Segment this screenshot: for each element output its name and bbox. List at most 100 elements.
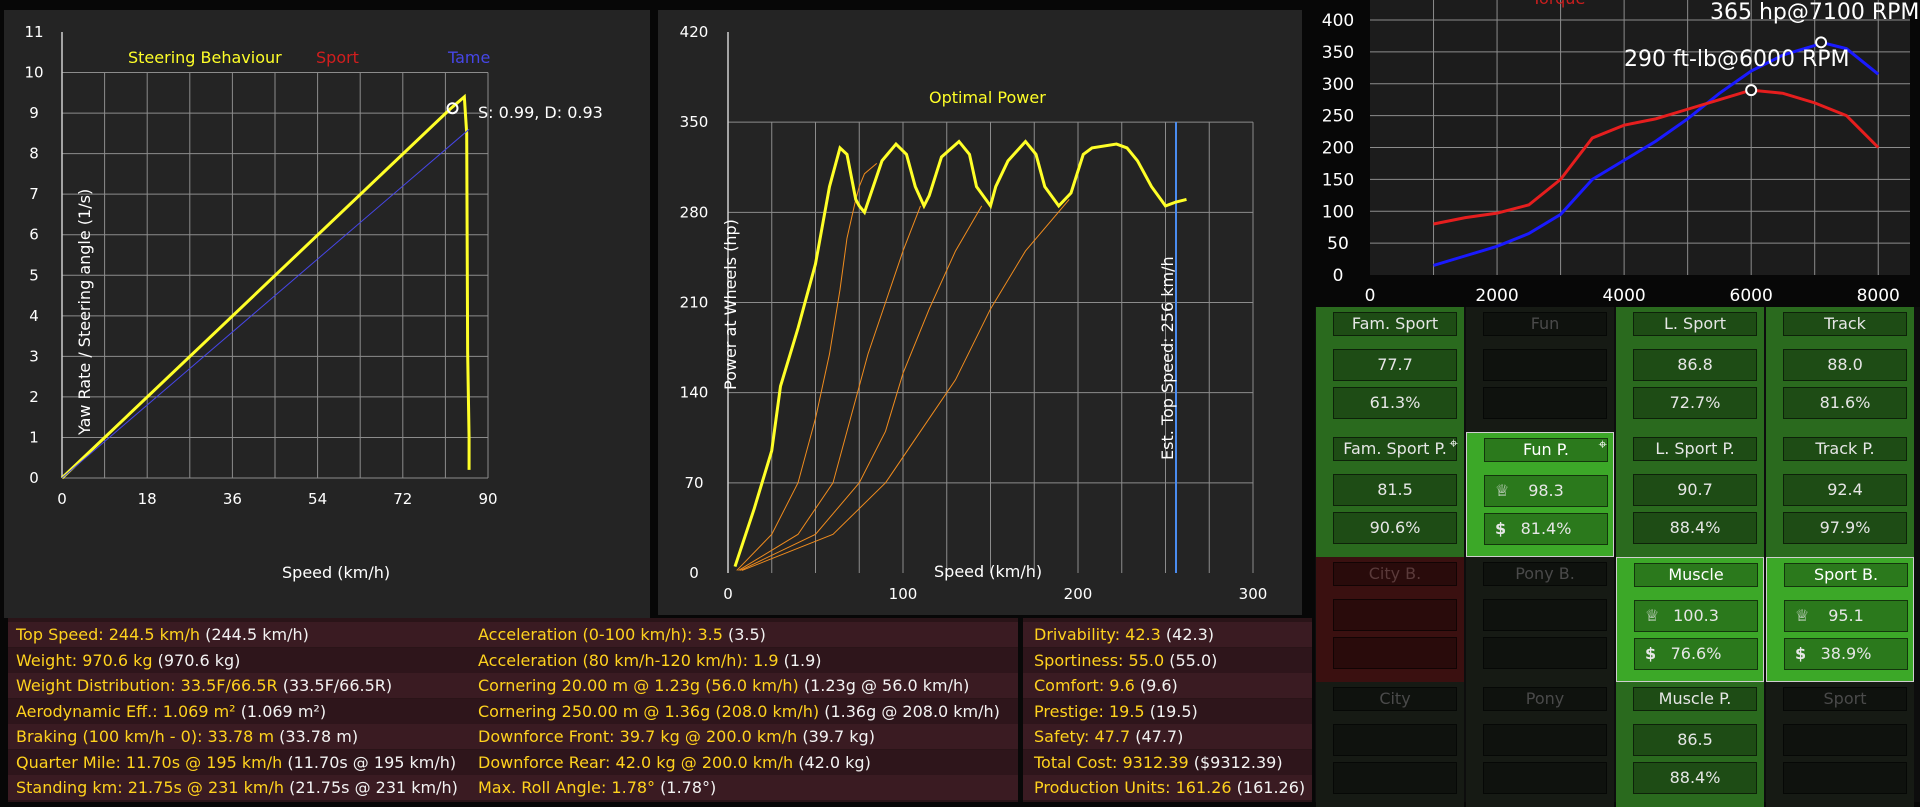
stat-compare-value: (1.23g @ 56.0 km/h) — [803, 676, 970, 695]
stat-label: Downforce Front: — [478, 727, 620, 746]
stats-divider — [1018, 618, 1023, 802]
engine-y-tick: 350 — [1322, 43, 1354, 63]
stat-compare-value: (244.5 km/h) — [205, 625, 309, 644]
stat-label: Weight Distribution: — [16, 676, 181, 695]
stat-compare-value: (11.70s @ 195 km/h) — [287, 752, 457, 772]
power-y-tick: 0 — [689, 564, 699, 582]
torque-peak-marker — [1745, 84, 1758, 97]
steering-y-tick: 3 — [29, 347, 39, 365]
steering-y-tick: 1 — [29, 428, 39, 446]
stats-row: Aerodynamic Eff.: 1.069 m² (1.069 m²) Cor… — [8, 698, 1312, 724]
rating-cell[interactable]: L. Sport P. 90.7 88.4% — [1616, 432, 1764, 557]
power-x-tick: 200 — [1064, 585, 1093, 603]
steering-y-tick: 10 — [24, 64, 43, 82]
stat-item: Weight Distribution: 33.5F/66.5R (33.5F/… — [16, 673, 392, 698]
power-chart: 0 100 200 300 0 70 140 210 280 350 420 Optimal Pow… — [680, 23, 1268, 603]
rating-cell[interactable]: Fam. Sport 77.7 61.3% — [1316, 307, 1464, 432]
power-y-axis-label: Power at Wheels (hp) — [721, 219, 740, 390]
stat-compare-value: (9.6) — [1139, 676, 1178, 695]
rating-cell[interactable]: Track P. 92.4 97.9% — [1766, 432, 1914, 557]
stat-label: Acceleration (80 km/h-120 km/h): — [478, 650, 754, 670]
pin-icon[interactable]: ⌖ — [1599, 435, 1607, 453]
rating-percent: 81.6% — [1783, 387, 1907, 419]
power-x-tick: 300 — [1239, 585, 1268, 603]
rating-cell[interactable]: Pony B. — [1466, 557, 1614, 682]
rating-value: 76.6% — [1670, 644, 1722, 663]
rating-cell[interactable]: Fun — [1466, 307, 1614, 432]
rating-percent — [1333, 762, 1457, 794]
engine-y-tick: 100 — [1322, 202, 1354, 222]
stat-value: 42.3 — [1125, 625, 1166, 644]
dollar-icon: $ — [1495, 519, 1507, 538]
power-x-axis-label: Speed (km/h) — [934, 562, 1042, 581]
rating-score: 88.0 — [1783, 349, 1907, 381]
rating-cell[interactable]: Pony — [1466, 682, 1614, 807]
engine-chart-title: Torque — [1531, 0, 1585, 8]
trophy-icon: ♕ — [1645, 606, 1660, 625]
stats-row: Weight: 970.6 kg (970.6 kg) Acceleration … — [8, 647, 1312, 673]
steering-x-tick: 0 — [57, 490, 67, 508]
stats-row: Top Speed: 244.5 km/h (244.5 km/h) Accele… — [8, 622, 1312, 647]
rating-cell[interactable]: Fun P. ⌖ ♕ 98.3 $81.4% — [1466, 432, 1614, 557]
stat-item: Prestige: 19.5 (19.5) — [1034, 699, 1198, 724]
rating-value: 92.4 — [1827, 480, 1863, 499]
rating-percent — [1483, 637, 1607, 669]
rating-percent: 90.6% — [1333, 512, 1457, 544]
rating-cell[interactable]: Track 88.0 81.6% — [1766, 307, 1914, 432]
rating-score: 77.7 — [1333, 349, 1457, 381]
stat-item: Downforce Front: 39.7 kg @ 200.0 km/h (3… — [478, 724, 875, 749]
rating-cell[interactable]: City — [1316, 682, 1464, 807]
rating-value: 90.6% — [1369, 518, 1421, 537]
rating-score — [1333, 724, 1457, 756]
stat-compare-value: (1.069 m²) — [240, 701, 327, 721]
stat-label: Weight: — [16, 650, 83, 670]
rating-cell[interactable]: Muscle P. 86.5 88.4% — [1616, 682, 1764, 807]
rating-cell[interactable]: City B. — [1316, 557, 1464, 682]
rating-value: 88.0 — [1827, 355, 1863, 374]
rating-value: 77.7 — [1377, 355, 1413, 374]
engine-y-tick: 50 — [1327, 234, 1349, 254]
rating-title: Sport — [1783, 687, 1907, 711]
power-chart-title: Optimal Power — [929, 88, 1046, 107]
stat-item: Comfort: 9.6 (9.6) — [1034, 673, 1178, 698]
rating-cell[interactable]: Fam. Sport P. ⌖ 81.5 90.6% — [1316, 432, 1464, 557]
rating-percent: $81.4% — [1484, 513, 1608, 545]
stat-value: 161.26 — [1175, 778, 1237, 797]
pin-icon[interactable]: ⌖ — [1450, 434, 1458, 452]
steering-legend-tame: Tame — [447, 48, 490, 67]
rating-value: 95.1 — [1828, 606, 1864, 625]
steering-tame-line — [61, 128, 470, 479]
stats-row: Quarter Mile: 11.70s @ 195 km/h (11.70s … — [8, 749, 1312, 775]
stat-compare-value: (42.0 kg) — [798, 752, 871, 772]
rating-percent: $76.6% — [1634, 638, 1758, 670]
rating-cell[interactable]: L. Sport 86.8 72.7% — [1616, 307, 1764, 432]
stat-compare-value: (39.7 kg) — [802, 727, 875, 746]
rating-percent: 97.9% — [1783, 512, 1907, 544]
rating-score: ♕ 100.3 — [1634, 600, 1758, 632]
stat-value: 39.7 kg @ 200.0 km/h — [619, 727, 803, 746]
rating-title: Pony — [1483, 687, 1607, 711]
rating-title: Fun P. — [1484, 438, 1608, 462]
stat-item: Quarter Mile: 11.70s @ 195 km/h (11.70s … — [16, 750, 456, 775]
dollar-icon: $ — [1795, 644, 1807, 663]
stat-label: Aerodynamic Eff.: — [16, 701, 163, 721]
steering-chart: 0 18 36 54 72 90 0 1 2 3 4 5 6 7 8 9 10 11 Steering Behav… — [24, 23, 602, 582]
rating-value: 86.5 — [1677, 730, 1713, 749]
stat-label: Drivability: — [1034, 625, 1126, 644]
rating-title: Track P. — [1783, 437, 1907, 461]
stat-label: Downforce Rear: — [478, 752, 616, 772]
rating-cell[interactable]: Sport — [1766, 682, 1914, 807]
rating-value: 98.3 — [1528, 481, 1564, 500]
stat-value: 55.0 — [1128, 650, 1170, 670]
rating-score — [1333, 599, 1457, 631]
stat-value: 47.7 — [1094, 727, 1136, 746]
stat-value: 11.70s @ 195 km/h — [125, 752, 288, 772]
steering-chart-panel: 0 18 36 54 72 90 0 1 2 3 4 5 6 7 8 9 10 11 Steering Behav… — [4, 10, 650, 618]
stat-item: Sportiness: 55.0 (55.0) — [1034, 648, 1217, 673]
stat-item: Production Units: 161.26 (161.26) — [1034, 775, 1305, 800]
stat-compare-value: (19.5) — [1149, 701, 1198, 721]
power-chart-panel: 0 100 200 300 0 70 140 210 280 350 420 Optimal Pow… — [658, 10, 1302, 615]
rating-cell[interactable]: Muscle ♕ 100.3 $76.6% — [1616, 557, 1764, 682]
rating-cell[interactable]: Sport B. ♕ 95.1 $38.9% — [1766, 557, 1914, 682]
rating-percent: 61.3% — [1333, 387, 1457, 419]
